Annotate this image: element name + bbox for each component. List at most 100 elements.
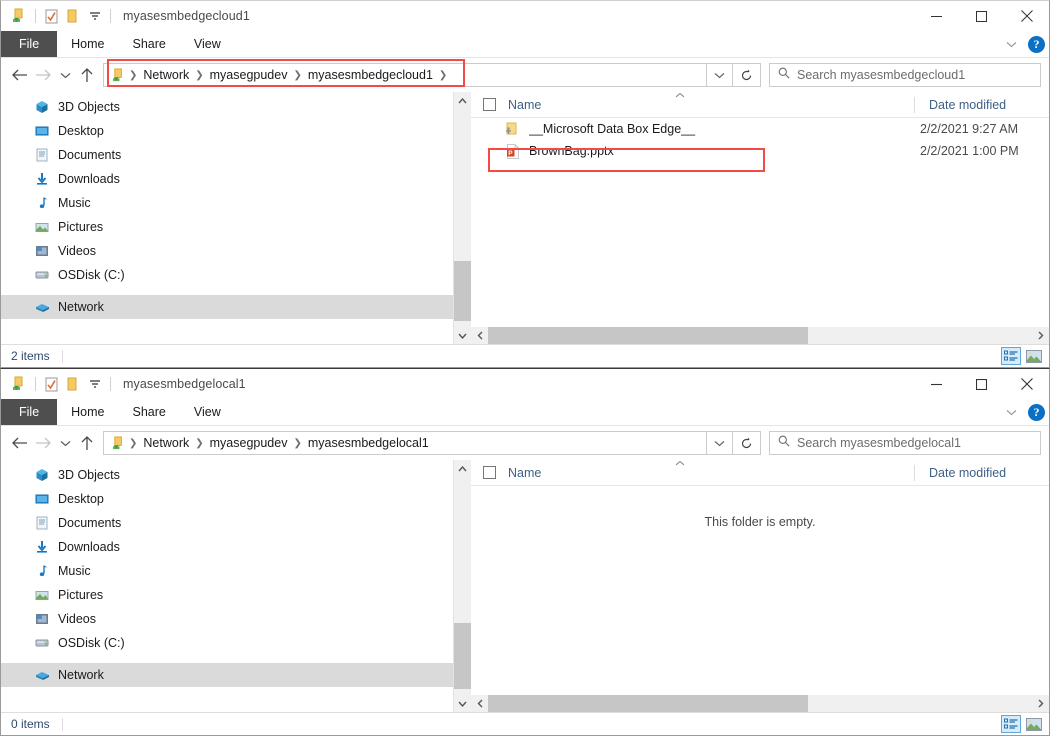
scrollbar-thumb[interactable]	[454, 261, 471, 321]
scrollbar-thumb[interactable]	[454, 623, 471, 689]
large-icons-view-button[interactable]	[1024, 347, 1044, 365]
search-input[interactable]: Search myasesmbedgelocal1	[769, 431, 1041, 455]
column-header-name[interactable]: Name	[508, 98, 914, 112]
properties-icon[interactable]	[40, 373, 62, 395]
scrollbar-track[interactable]	[454, 109, 471, 327]
sidebar-item-videos[interactable]: Videos	[1, 239, 453, 263]
breadcrumb-separator[interactable]: ❯	[292, 438, 302, 449]
close-button[interactable]	[1004, 369, 1049, 399]
scroll-down-arrow-icon[interactable]	[454, 327, 471, 344]
details-view-button[interactable]	[1001, 347, 1021, 365]
breadcrumb-separator[interactable]: ❯	[194, 438, 204, 449]
new-folder-icon[interactable]	[62, 5, 84, 27]
breadcrumb-item-server[interactable]: myasegpudev	[205, 68, 293, 82]
select-all-checkbox[interactable]	[483, 98, 496, 111]
scroll-left-arrow-icon[interactable]	[471, 695, 488, 712]
search-input[interactable]: Search myasesmbedgecloud1	[769, 63, 1041, 87]
navigation-pane-scrollbar[interactable]	[454, 460, 471, 712]
tab-view[interactable]: View	[180, 399, 235, 425]
forward-arrow-icon[interactable]	[31, 430, 55, 456]
sidebar-item-videos[interactable]: Videos	[1, 607, 453, 631]
tab-file[interactable]: File	[1, 31, 57, 57]
scrollbar-track[interactable]	[488, 695, 1032, 712]
sidebar-item-music[interactable]: Music	[1, 191, 453, 215]
select-all-checkbox[interactable]	[483, 466, 496, 479]
sidebar-item-osdisk[interactable]: OSDisk (C:)	[1, 631, 453, 655]
maximize-button[interactable]	[959, 1, 1004, 31]
sidebar-item-3d-objects[interactable]: 3D Objects	[1, 463, 453, 487]
minimize-button[interactable]	[914, 369, 959, 399]
network-folder-icon[interactable]	[9, 373, 31, 395]
scroll-right-arrow-icon[interactable]	[1032, 695, 1049, 712]
breadcrumb-item-network[interactable]: Network	[138, 436, 194, 450]
tab-share[interactable]: Share	[119, 31, 180, 57]
breadcrumb-separator[interactable]: ❯	[194, 70, 204, 81]
tab-view[interactable]: View	[180, 31, 235, 57]
sidebar-item-downloads[interactable]: Downloads	[1, 535, 453, 559]
sidebar-item-desktop[interactable]: Desktop	[1, 119, 453, 143]
address-bar[interactable]: ❯ Network ❯ myasegpudev ❯ myasesmbedgecl…	[103, 63, 707, 87]
breadcrumb-item-network[interactable]: Network	[138, 68, 194, 82]
scrollbar-thumb[interactable]	[488, 695, 808, 712]
minimize-button[interactable]	[914, 1, 959, 31]
table-row[interactable]: __Microsoft Data Box Edge__ 2/2/2021 9:2…	[471, 118, 1049, 140]
scroll-right-arrow-icon[interactable]	[1032, 327, 1049, 344]
column-header-date[interactable]: Date modified	[915, 466, 1006, 480]
scroll-left-arrow-icon[interactable]	[471, 327, 488, 344]
maximize-button[interactable]	[959, 369, 1004, 399]
scrollbar-track[interactable]	[488, 327, 1032, 344]
file-pane-horizontal-scrollbar[interactable]	[471, 327, 1049, 344]
chevron-down-icon[interactable]	[1002, 404, 1020, 422]
sidebar-item-3d-objects[interactable]: 3D Objects	[1, 95, 453, 119]
scroll-up-arrow-icon[interactable]	[454, 92, 471, 109]
sidebar-item-pictures[interactable]: Pictures	[1, 583, 453, 607]
breadcrumb-separator[interactable]: ❯	[438, 70, 448, 81]
network-folder-icon[interactable]	[9, 5, 31, 27]
breadcrumb-item-share[interactable]: myasesmbedgecloud1	[303, 68, 438, 82]
sidebar-item-network[interactable]: Network	[1, 663, 453, 687]
new-folder-icon[interactable]	[62, 373, 84, 395]
column-header-date[interactable]: Date modified	[915, 98, 1006, 112]
breadcrumb-separator[interactable]: ❯	[292, 70, 302, 81]
navigation-pane-scrollbar[interactable]	[454, 92, 471, 344]
up-arrow-icon[interactable]	[75, 430, 99, 456]
close-button[interactable]	[1004, 1, 1049, 31]
sidebar-item-network[interactable]: Network	[1, 295, 453, 319]
scroll-up-arrow-icon[interactable]	[454, 460, 471, 477]
help-button[interactable]: ?	[1028, 404, 1045, 421]
sidebar-item-pictures[interactable]: Pictures	[1, 215, 453, 239]
breadcrumb-item-share[interactable]: myasesmbedgelocal1	[303, 436, 434, 450]
chevron-down-icon[interactable]	[1002, 36, 1020, 54]
address-history-dropdown[interactable]	[707, 63, 733, 87]
large-icons-view-button[interactable]	[1024, 715, 1044, 733]
address-history-dropdown[interactable]	[707, 431, 733, 455]
sidebar-item-osdisk[interactable]: OSDisk (C:)	[1, 263, 453, 287]
file-pane-horizontal-scrollbar[interactable]	[471, 695, 1049, 712]
back-arrow-icon[interactable]	[7, 430, 31, 456]
properties-icon[interactable]	[40, 5, 62, 27]
sidebar-item-desktop[interactable]: Desktop	[1, 487, 453, 511]
table-row[interactable]: P BrownBag.pptx 2/2/2021 1:00 PM	[471, 140, 1049, 162]
forward-arrow-icon[interactable]	[31, 62, 55, 88]
scrollbar-track[interactable]	[454, 477, 471, 695]
recent-locations-icon[interactable]	[55, 62, 75, 88]
sidebar-item-downloads[interactable]: Downloads	[1, 167, 453, 191]
refresh-icon[interactable]	[733, 63, 761, 87]
column-header-name[interactable]: Name	[508, 466, 914, 480]
refresh-icon[interactable]	[733, 431, 761, 455]
back-arrow-icon[interactable]	[7, 62, 31, 88]
chevron-down-icon[interactable]	[84, 373, 106, 395]
tab-home[interactable]: Home	[57, 31, 118, 57]
chevron-down-icon[interactable]	[84, 5, 106, 27]
sidebar-item-documents[interactable]: Documents	[1, 511, 453, 535]
tab-home[interactable]: Home	[57, 399, 118, 425]
tab-share[interactable]: Share	[119, 399, 180, 425]
breadcrumb-item-server[interactable]: myasegpudev	[205, 436, 293, 450]
scrollbar-thumb[interactable]	[488, 327, 808, 344]
help-button[interactable]: ?	[1028, 36, 1045, 53]
scroll-down-arrow-icon[interactable]	[454, 695, 471, 712]
up-arrow-icon[interactable]	[75, 62, 99, 88]
tab-file[interactable]: File	[1, 399, 57, 425]
sidebar-item-music[interactable]: Music	[1, 559, 453, 583]
sidebar-item-documents[interactable]: Documents	[1, 143, 453, 167]
